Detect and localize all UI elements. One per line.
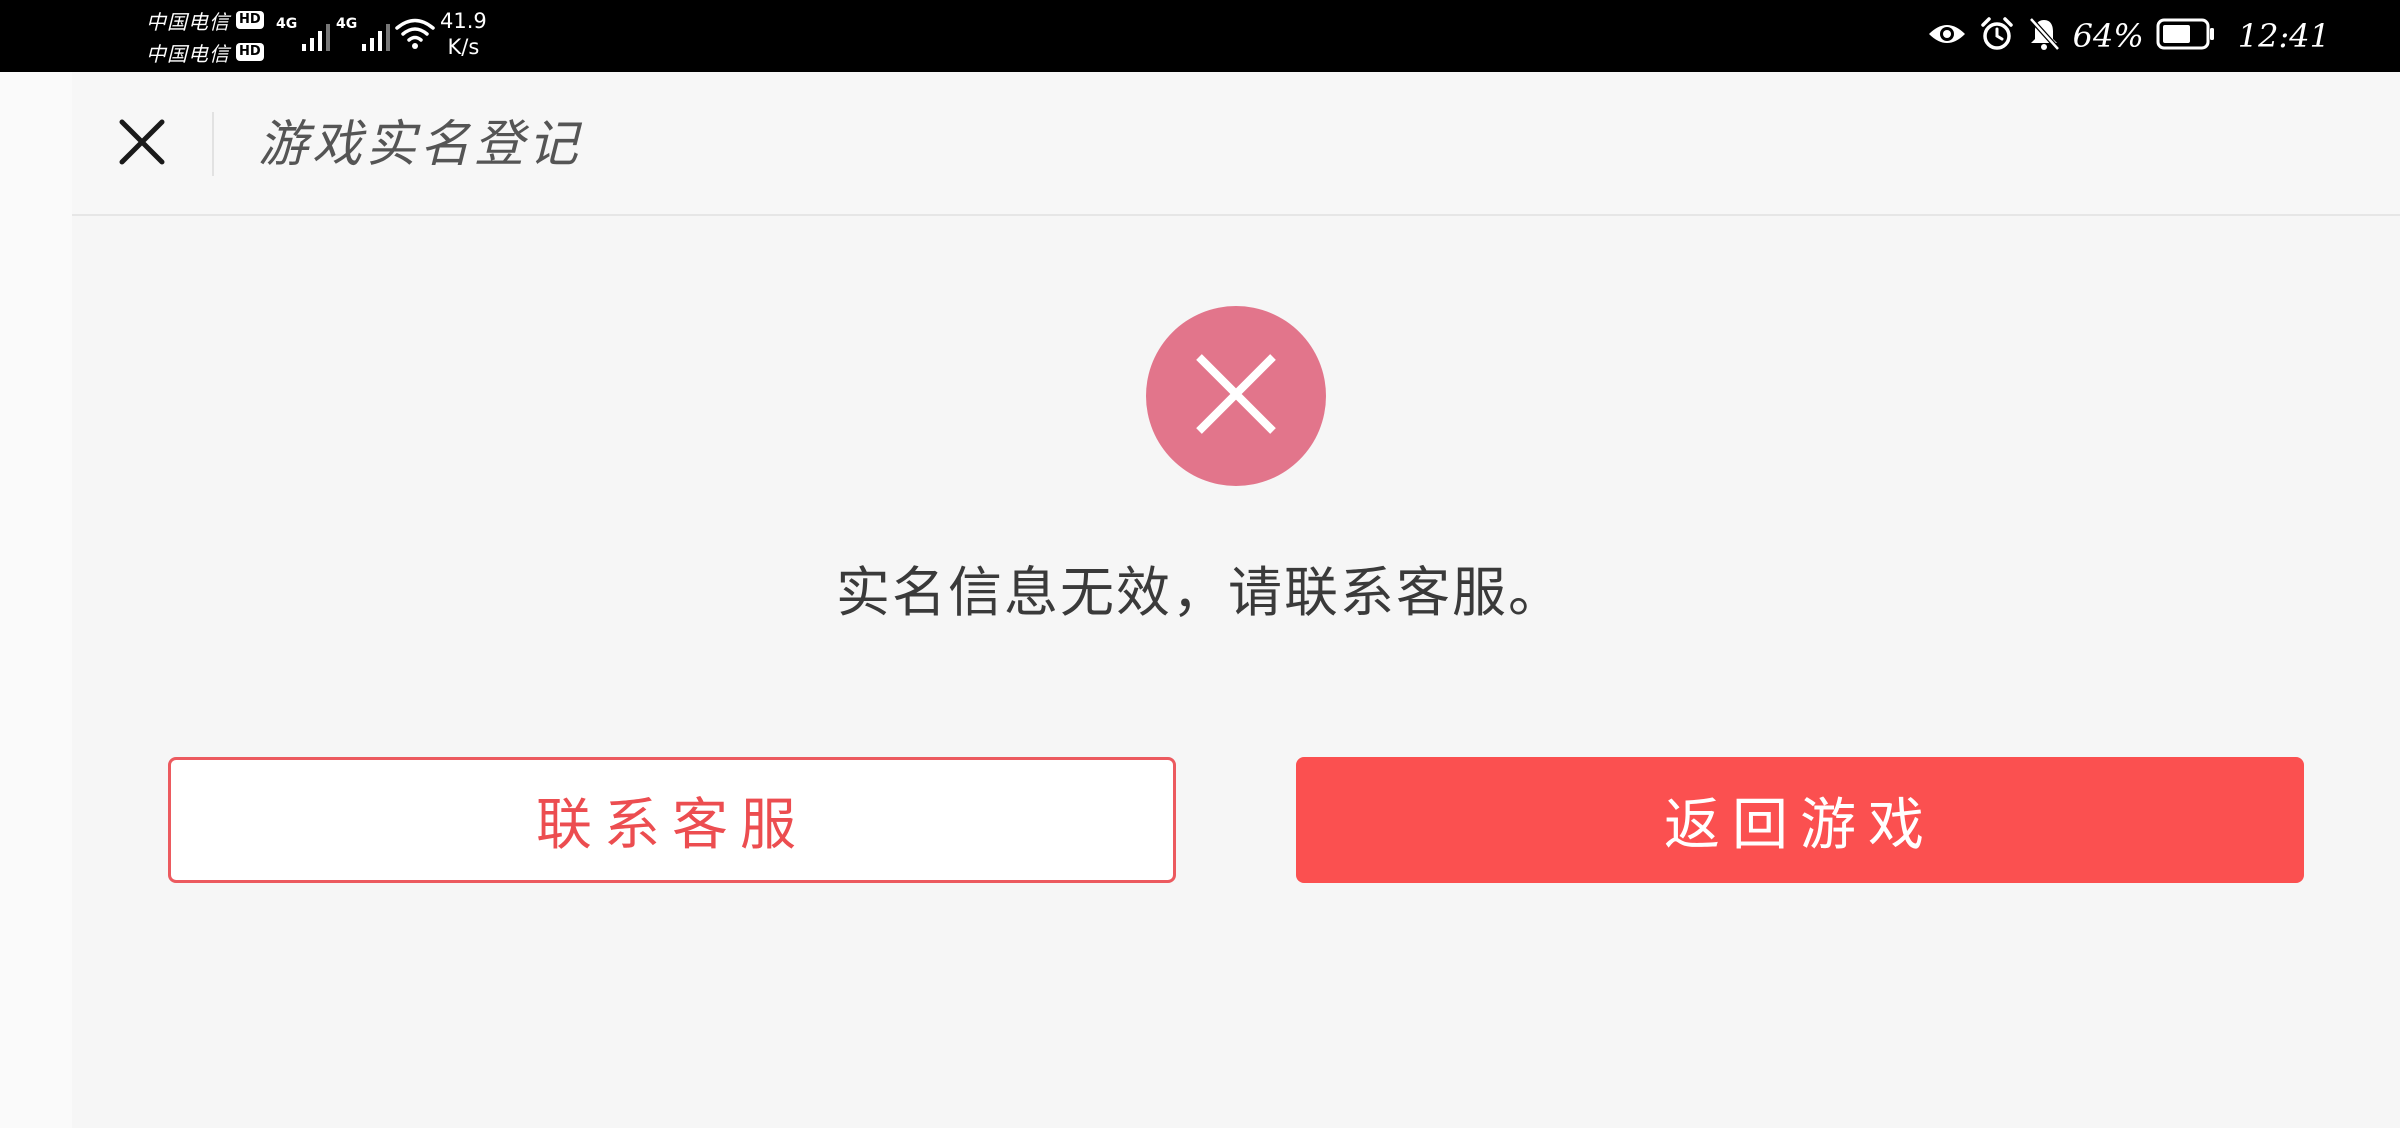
page-title: 游戏实名登记	[258, 115, 582, 173]
error-status-icon	[1146, 306, 1326, 486]
carrier-row-1: 中国电信 HD	[146, 6, 264, 34]
hd-badge-2: HD	[236, 43, 264, 61]
page-header: 游戏实名登记	[72, 72, 2400, 216]
eye-icon	[1927, 20, 1967, 52]
alarm-icon	[1979, 16, 2015, 56]
error-message: 实名信息无效，请联系客服。	[836, 561, 1564, 624]
signal-icon-2: 4G	[336, 16, 394, 52]
clock-time: 12:41	[2237, 17, 2330, 55]
hd-badge-1: HD	[236, 11, 264, 29]
network-type-1: 4G	[276, 16, 298, 32]
wifi-icon	[394, 16, 436, 56]
contact-support-button[interactable]: 联系客服	[168, 757, 1176, 883]
close-icon	[118, 118, 166, 170]
error-x-icon	[1193, 351, 1279, 441]
return-to-game-button[interactable]: 返回游戏	[1296, 757, 2304, 883]
close-button[interactable]	[112, 114, 172, 174]
header-divider	[212, 112, 214, 176]
status-bar: 中国电信 HD 中国电信 HD 4G 4G 41.9 K/s 64% 12:41	[0, 0, 2400, 72]
net-speed: 41.9 K/s	[440, 8, 487, 60]
battery-icon	[2156, 18, 2216, 54]
net-speed-unit: K/s	[447, 35, 480, 59]
signal-icon-1: 4G	[276, 16, 334, 52]
net-speed-value: 41.9	[440, 9, 487, 33]
carrier-name-1: 中国电信	[146, 9, 230, 34]
bell-muted-icon	[2027, 16, 2061, 56]
carrier-info: 中国电信 HD 中国电信 HD	[146, 6, 264, 66]
carrier-row-2: 中国电信 HD	[146, 38, 264, 66]
carrier-name-2: 中国电信	[146, 41, 230, 66]
status-right: 64% 12:41	[1927, 0, 2330, 72]
network-type-2: 4G	[336, 16, 358, 32]
battery-percent: 64%	[2072, 17, 2144, 55]
